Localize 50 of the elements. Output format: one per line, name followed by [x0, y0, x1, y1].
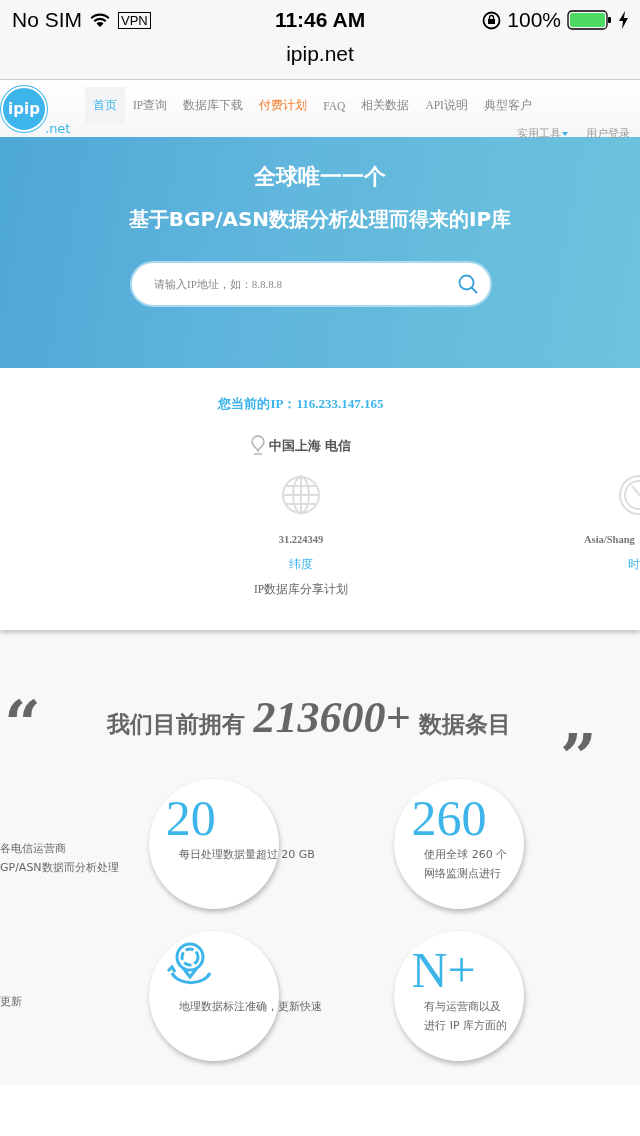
nav-link[interactable]: 典型客户 — [475, 87, 540, 124]
stats-heading: 数据条目 — [418, 710, 511, 739]
rotation-lock-icon — [482, 10, 502, 30]
search-field[interactable]: 请输入IP地址，如：8.8.8.8 — [130, 261, 492, 307]
search-icon[interactable] — [458, 274, 478, 294]
open-quote: “ — [4, 692, 41, 756]
carrier-text: No SIM — [12, 8, 82, 32]
nav-link[interactable]: 用户登录 — [586, 126, 630, 141]
clock-text: 11:46 AM — [274, 8, 366, 32]
wifi-icon — [90, 12, 110, 28]
share-link[interactable]: IP数据库分享计划 — [253, 582, 349, 597]
feature-text: 有与运营商以及 — [424, 1001, 503, 1013]
stats-heading: 我们目前拥有 — [107, 710, 246, 739]
nav-link[interactable]: 数据库下载 — [175, 87, 252, 124]
feature-text: 地理数据标注准确，更新快速 — [178, 1001, 322, 1013]
current-ip-text: 您当前的IP：116.233.147.165 — [218, 395, 384, 413]
detail-label: 时 — [628, 557, 640, 572]
battery-icon — [567, 10, 613, 30]
feature-text: 使用全球 260 个 — [424, 849, 508, 861]
location-pin-icon — [250, 435, 265, 456]
detail-label: 纬度 — [289, 557, 313, 572]
nav-link[interactable]: IP查询 — [125, 87, 176, 124]
feature-text: 网络监测点进行 — [424, 868, 503, 880]
feature-text: 各电信运营商 — [0, 843, 67, 855]
vpn-badge: VPN — [118, 11, 151, 29]
logo-suffix: .net — [45, 121, 71, 136]
nav-link[interactable]: 付费计划 — [251, 87, 316, 124]
feature-text: 更新 — [0, 996, 23, 1008]
detail-value: 31.224349 — [278, 534, 324, 545]
nav-link[interactable]: 相关数据 — [353, 87, 418, 124]
feature-text: GP/ASN数据而分析处理 — [0, 862, 120, 874]
hero-title: 全球唯一一个 — [254, 163, 386, 191]
entry-count: 213600+ — [253, 692, 411, 743]
url-text[interactable]: ipip.net — [286, 42, 354, 66]
charging-icon — [619, 11, 628, 29]
nav-link[interactable]: 首页 — [85, 87, 125, 124]
hero-subtitle: 基于BGP/ASN数据分析处理而得来的IP库 — [128, 206, 512, 233]
feature-number: 260 — [411, 793, 487, 843]
logo[interactable]: ipip — [1, 86, 47, 132]
nav-link[interactable]: API说明 — [417, 87, 476, 124]
detail-value: Asia/Shang — [584, 534, 635, 545]
nav-link[interactable]: FAQ — [315, 87, 354, 124]
feature-number: 20 — [165, 793, 216, 843]
battery-percent: 100% — [507, 8, 561, 32]
location-text: 中国上海 电信 — [268, 436, 352, 455]
feature-number: N+ — [411, 945, 476, 995]
globe-icon — [280, 474, 322, 516]
close-quote: ” — [560, 725, 597, 789]
feature-text: 每日处理数据量超过 20 GB — [178, 849, 315, 861]
feature-text: 进行 IP 库方面的 — [424, 1020, 508, 1032]
